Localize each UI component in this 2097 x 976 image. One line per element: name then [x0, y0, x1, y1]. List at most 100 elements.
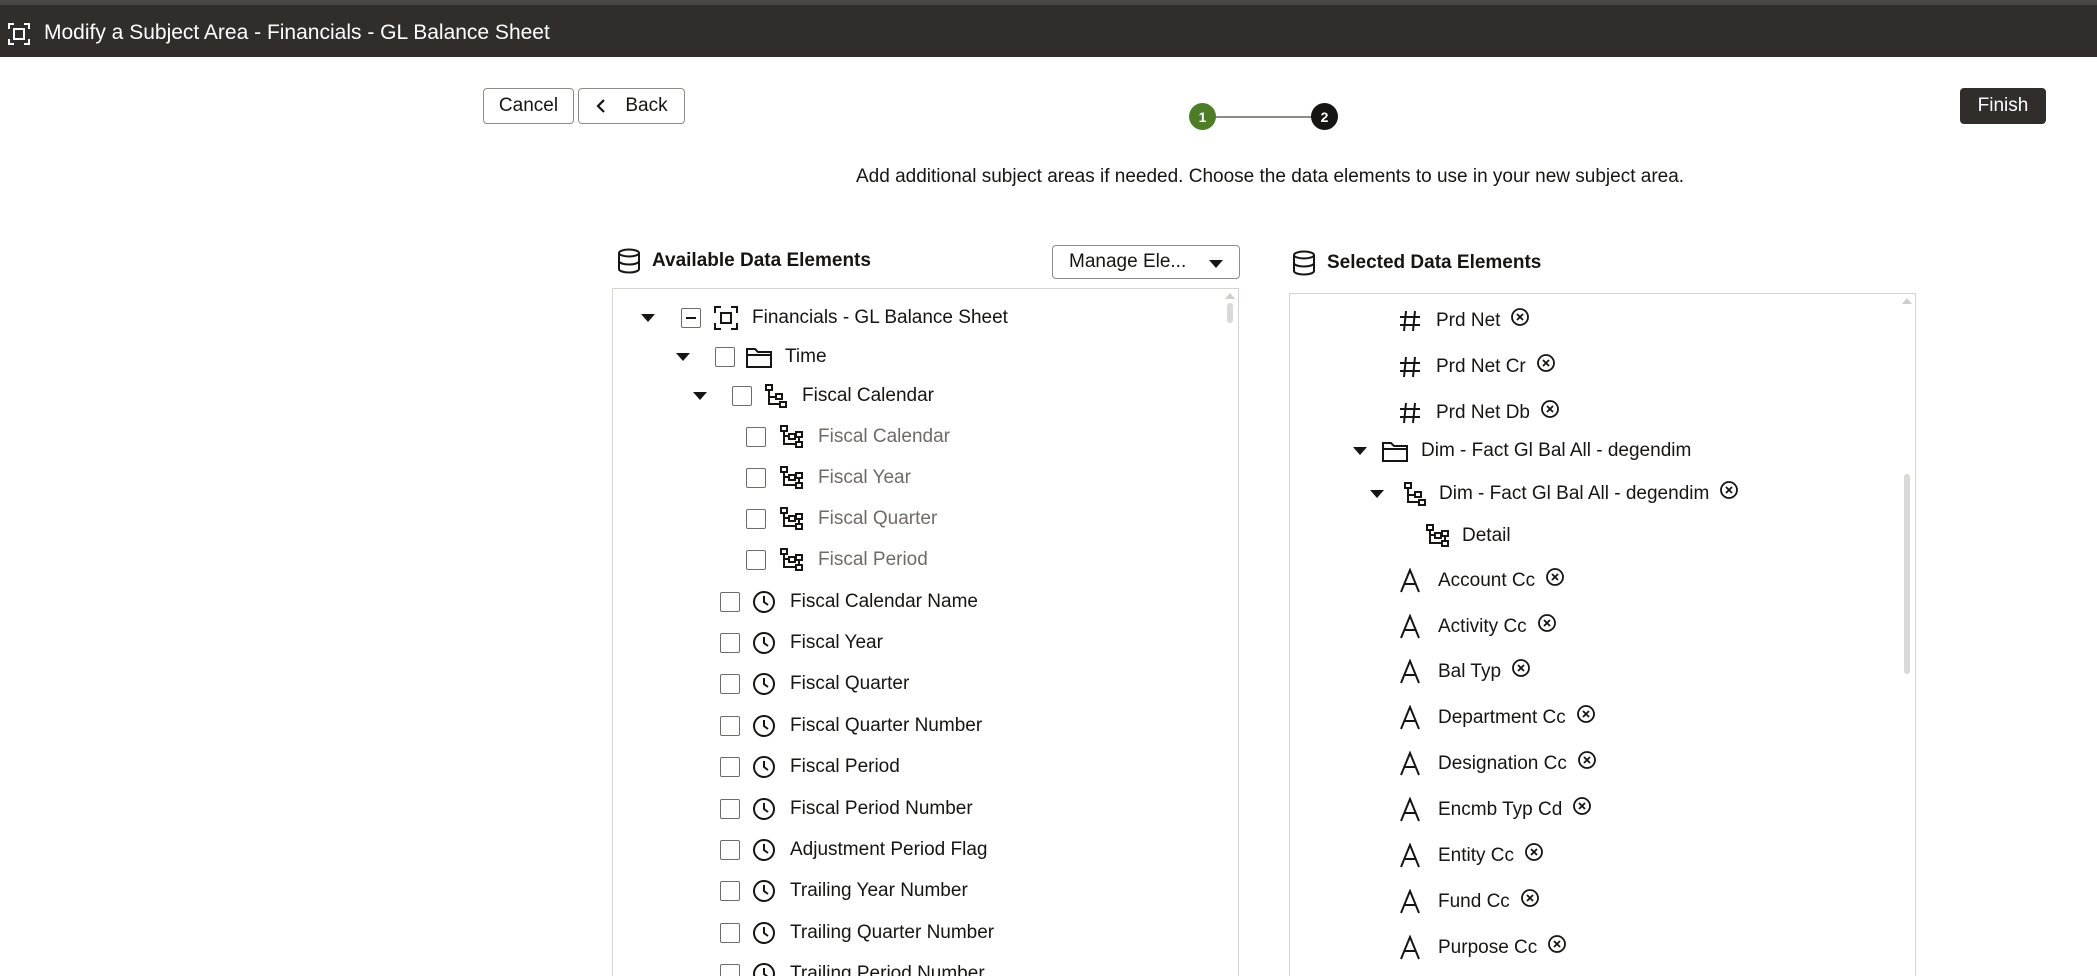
tree-checkbox[interactable]: [746, 550, 766, 570]
tree-checkbox[interactable]: [720, 716, 740, 736]
tree-node-time-attribute[interactable]: Fiscal Period: [720, 752, 900, 782]
tree-node-hierarchy-level[interactable]: Fiscal Calendar: [746, 422, 950, 452]
tree-checkbox[interactable]: [715, 347, 735, 367]
selected-node-measure[interactable]: Prd Net: [1396, 306, 1530, 336]
remove-icon[interactable]: [1537, 613, 1557, 633]
selected-node-attribute[interactable]: Activity Cc: [1396, 612, 1557, 642]
tree-checkbox[interactable]: [732, 386, 752, 406]
hierarchy-icon: [762, 382, 790, 410]
available-tree-panel[interactable]: Financials - GL Balance Sheet Time Fisca…: [612, 288, 1239, 976]
measure-icon: [1396, 353, 1424, 381]
attribute-icon: [1396, 934, 1424, 962]
scrollbar-thumb[interactable]: [1227, 303, 1233, 323]
tree-checkbox[interactable]: [720, 881, 740, 901]
tree-checkbox[interactable]: [720, 923, 740, 943]
tree-checkbox[interactable]: [720, 757, 740, 777]
attribute-icon: [1396, 796, 1424, 824]
cancel-button[interactable]: Cancel: [483, 88, 574, 124]
tree-node-hierarchy-level[interactable]: Fiscal Period: [746, 545, 928, 575]
selected-node-measure[interactable]: Prd Net Cr: [1396, 352, 1556, 382]
subject-area-icon: [8, 23, 30, 45]
manage-elements-dropdown[interactable]: Manage Ele...: [1052, 245, 1240, 279]
remove-icon[interactable]: [1545, 567, 1565, 587]
tree-node-time-attribute[interactable]: Fiscal Period Number: [720, 794, 973, 824]
selected-node-label: Purpose Cc: [1438, 937, 1538, 958]
hierarchy-level-icon: [778, 505, 806, 533]
selected-node-attribute[interactable]: Purpose Cc: [1396, 933, 1567, 963]
selected-node-measure[interactable]: Prd Net Db: [1396, 398, 1560, 428]
step-2[interactable]: 2: [1311, 103, 1338, 130]
tree-node-time-attribute[interactable]: Adjustment Period Flag: [720, 835, 988, 865]
remove-icon[interactable]: [1577, 750, 1597, 770]
tree-node-time-attribute[interactable]: Fiscal Calendar Name: [720, 587, 978, 617]
tree-checkbox[interactable]: [720, 799, 740, 819]
remove-icon[interactable]: [1540, 399, 1560, 419]
scroll-up-arrow[interactable]: [1225, 293, 1235, 299]
selected-node-label: Department Cc: [1438, 707, 1566, 728]
tree-checkbox[interactable]: [746, 509, 766, 529]
remove-icon[interactable]: [1576, 704, 1596, 724]
time-icon: [750, 919, 778, 947]
tree-checkbox[interactable]: [720, 633, 740, 653]
collapse-caret-icon[interactable]: [676, 353, 690, 361]
tree-node-time-attribute[interactable]: Fiscal Year: [720, 628, 883, 658]
selected-node-attribute[interactable]: Department Cc: [1396, 703, 1596, 733]
remove-icon[interactable]: [1511, 658, 1531, 678]
selected-node-attribute[interactable]: Account Cc: [1396, 566, 1565, 596]
selected-title: Selected Data Elements: [1327, 252, 1542, 273]
selected-node-attribute[interactable]: Fund Cc: [1396, 887, 1540, 917]
selected-node-attribute[interactable]: Bal Typ: [1396, 657, 1531, 687]
selected-node-label: Prd Net Db: [1436, 402, 1530, 423]
collapse-caret-icon[interactable]: [1370, 490, 1384, 498]
tree-node-label: Time: [785, 346, 827, 367]
scroll-up-arrow[interactable]: [1902, 298, 1912, 304]
back-button[interactable]: Back: [578, 88, 685, 124]
selected-node-label: Dim - Fact Gl Bal All - degendim: [1439, 483, 1710, 504]
selected-node-hierarchy[interactable]: Dim - Fact Gl Bal All - degendim: [1370, 479, 1739, 509]
remove-icon[interactable]: [1520, 888, 1540, 908]
selected-tree-panel[interactable]: Prd Net Prd Net Cr Prd Net Db Dim - Fact…: [1289, 293, 1916, 976]
window-title: Modify a Subject Area - Financials - GL …: [44, 21, 550, 44]
tree-node-time-attribute[interactable]: Trailing Year Number: [720, 876, 968, 906]
tree-checkbox[interactable]: [720, 592, 740, 612]
collapse-caret-icon[interactable]: [693, 392, 707, 400]
tree-node-label: Trailing Year Number: [790, 880, 968, 901]
remove-icon[interactable]: [1547, 934, 1567, 954]
selected-node-label: Entity Cc: [1438, 845, 1515, 866]
tree-checkbox[interactable]: [720, 964, 740, 976]
remove-icon[interactable]: [1572, 796, 1592, 816]
selected-node-attribute[interactable]: Designation Cc: [1396, 749, 1597, 779]
remove-icon[interactable]: [1510, 307, 1530, 327]
scrollbar-thumb[interactable]: [1904, 474, 1910, 674]
tree-checkbox[interactable]: [720, 840, 740, 860]
tree-node-time-attribute[interactable]: Fiscal Quarter Number: [720, 711, 982, 741]
tree-checkbox[interactable]: [720, 674, 740, 694]
selected-node-attribute[interactable]: Entity Cc: [1396, 841, 1544, 871]
tree-checkbox[interactable]: [746, 427, 766, 447]
chevron-left-icon: [596, 99, 606, 113]
attribute-icon: [1396, 842, 1424, 870]
collapse-caret-icon[interactable]: [641, 314, 655, 322]
tree-node-hierarchy-level[interactable]: Fiscal Quarter: [746, 504, 937, 534]
remove-icon[interactable]: [1719, 480, 1739, 500]
tree-node-time-attribute[interactable]: Trailing Quarter Number: [720, 918, 994, 948]
remove-icon[interactable]: [1524, 842, 1544, 862]
tree-checkbox[interactable]: [681, 308, 701, 328]
tree-node-subject-area[interactable]: Financials - GL Balance Sheet: [641, 303, 1008, 333]
collapse-caret-icon[interactable]: [1353, 447, 1367, 455]
selected-node-folder[interactable]: Dim - Fact Gl Bal All - degendim: [1353, 436, 1691, 466]
remove-icon[interactable]: [1536, 353, 1556, 373]
selected-node-label: Activity Cc: [1438, 616, 1527, 637]
tree-node-hierarchy-level[interactable]: Fiscal Year: [746, 463, 911, 493]
tree-node-hierarchy[interactable]: Fiscal Calendar: [693, 381, 934, 411]
tree-node-time-attribute[interactable]: Fiscal Quarter: [720, 669, 909, 699]
selected-node-attribute[interactable]: Encmb Typ Cd: [1396, 795, 1592, 825]
tree-node-time-attribute[interactable]: Trailing Period Number: [720, 959, 985, 976]
step-1[interactable]: 1: [1189, 103, 1216, 130]
attribute-icon: [1396, 658, 1424, 686]
tree-node-folder[interactable]: Time: [676, 342, 827, 372]
selected-node-hierarchy-level[interactable]: Detail: [1424, 521, 1511, 551]
tree-checkbox[interactable]: [746, 468, 766, 488]
finish-button[interactable]: Finish: [1960, 88, 2046, 124]
tree-node-label: Fiscal Period: [818, 549, 928, 570]
